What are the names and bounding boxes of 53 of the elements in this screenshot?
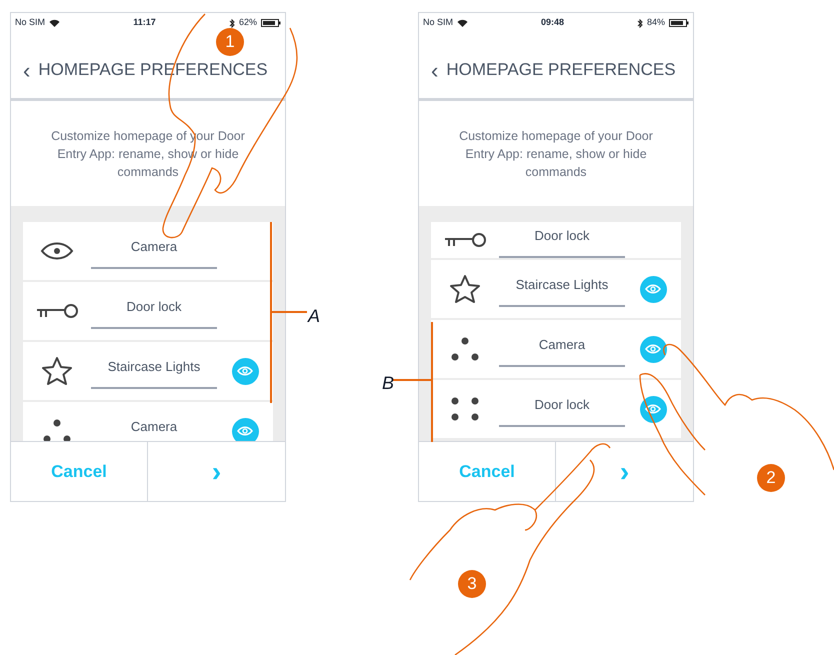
wifi-icon — [49, 19, 60, 27]
eye-icon — [645, 344, 661, 354]
bluetooth-icon — [636, 18, 643, 28]
battery-icon — [669, 19, 689, 27]
visibility-button[interactable] — [640, 336, 666, 362]
wifi-icon — [457, 19, 468, 27]
list-row[interactable]: Staircase Lights — [431, 260, 681, 318]
key-icon — [35, 303, 79, 319]
clock-text: 11:17 — [133, 16, 156, 30]
name-field[interactable]: Staircase Lights — [499, 271, 625, 307]
visibility-button[interactable] — [640, 396, 666, 422]
eye-icon — [237, 426, 253, 436]
list-row[interactable]: Camera — [23, 402, 273, 441]
name-field[interactable]: Door lock — [91, 293, 217, 329]
clock-text: 09:48 — [540, 16, 564, 30]
visibility-button[interactable] — [232, 358, 258, 384]
bluetooth-icon — [228, 18, 235, 28]
name-field[interactable]: Door lock — [499, 222, 625, 258]
dots-icon — [42, 419, 72, 441]
visibility-button[interactable] — [232, 418, 258, 441]
screen-title: HOMEPAGE PREFERENCES — [446, 58, 676, 80]
battery-text: 62% — [238, 16, 257, 30]
star-icon — [449, 274, 481, 304]
list-row[interactable]: Door lock — [431, 380, 681, 438]
dots-icon — [450, 337, 480, 361]
battery-text: 84% — [646, 16, 665, 30]
name-field[interactable]: Camera — [499, 331, 625, 367]
step-badge: 2 — [757, 464, 785, 492]
name-field[interactable]: Door lock — [499, 391, 625, 427]
callout-label: A — [308, 305, 320, 328]
visibility-button[interactable] — [640, 276, 666, 302]
eye-icon — [645, 404, 661, 414]
back-button[interactable]: ‹ — [23, 60, 30, 82]
name-field[interactable]: Staircase Lights — [91, 353, 217, 389]
eye-icon — [40, 240, 74, 262]
callout-label: B — [382, 372, 394, 395]
list-row[interactable]: Camera — [23, 222, 273, 280]
star-icon — [41, 356, 73, 386]
carrier-text: No SIM — [15, 16, 46, 30]
carrier-text: No SIM — [423, 16, 454, 30]
list-row[interactable]: Door lock — [23, 282, 273, 340]
list-row[interactable]: Door lock — [431, 222, 681, 258]
name-field[interactable]: Camera — [91, 233, 217, 269]
eye-icon — [237, 366, 253, 376]
battery-icon — [261, 19, 281, 27]
step-badge: 3 — [458, 570, 486, 598]
description-text: Customize homepage of your Door Entry App: rename, show or hide commands — [458, 128, 654, 180]
list-row[interactable]: Camera — [431, 320, 681, 378]
key-icon — [443, 232, 487, 248]
back-button[interactable]: ‹ — [431, 60, 438, 82]
list-row[interactable]: Staircase Lights — [23, 342, 273, 400]
dots-icon — [450, 397, 480, 421]
eye-icon — [645, 284, 661, 294]
